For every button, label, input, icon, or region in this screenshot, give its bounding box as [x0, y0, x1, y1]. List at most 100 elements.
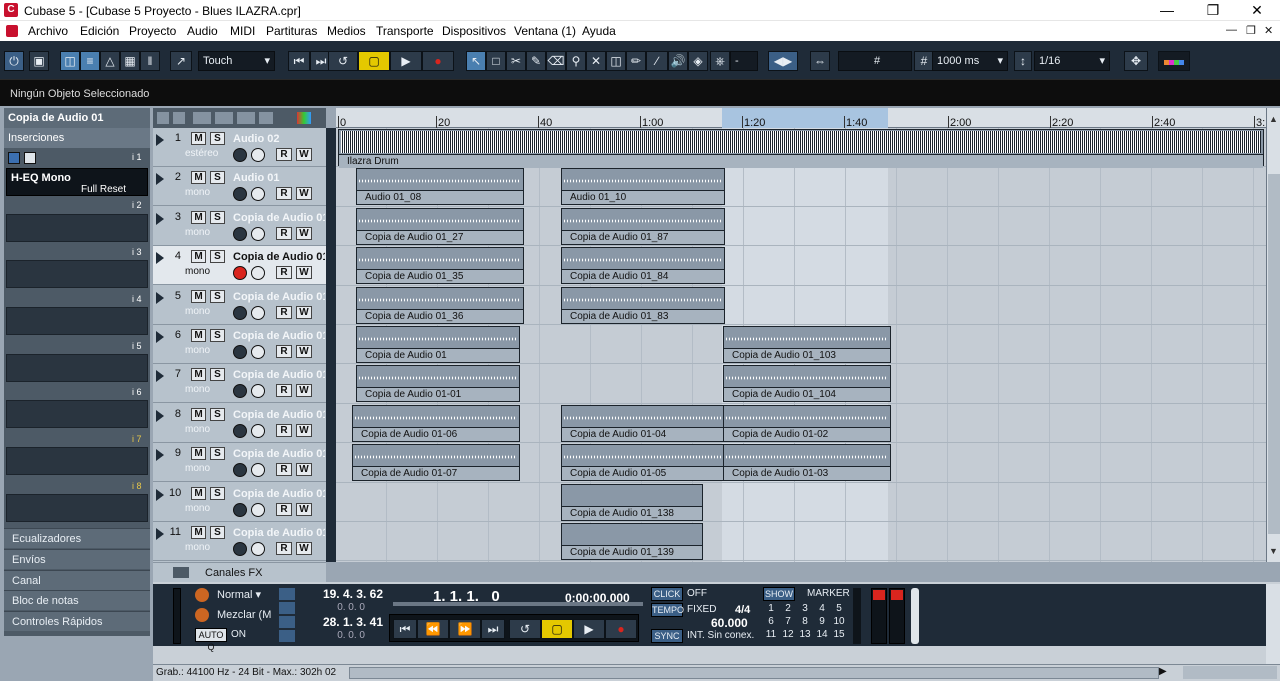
goto-start-button[interactable]: ⏮ [393, 619, 417, 639]
solo-button[interactable]: S [210, 132, 225, 145]
inspector-track-name[interactable]: Copia de Audio 01 [4, 108, 150, 128]
track-color-icon[interactable] [297, 112, 311, 124]
stop-button[interactable]: ▢ [358, 51, 390, 71]
constrain-delay-button[interactable]: ▣ [29, 51, 49, 71]
track-row[interactable]: 2 M S Audio 01 mono R W [153, 167, 326, 207]
audio-event[interactable]: Copia de Audio 01-04 [561, 404, 725, 442]
track-row[interactable]: 5 M S Copia de Audio 01 mono R W [153, 285, 326, 325]
write-automation-button[interactable]: W [296, 463, 312, 477]
mute-button[interactable]: M [191, 486, 206, 500]
marker-button[interactable]: 7 [780, 616, 796, 628]
snap-point-select[interactable]: - [730, 51, 758, 71]
solo-button[interactable]: S [210, 447, 225, 461]
track-row[interactable]: 7 M S Copia de Audio 01 mono R W [153, 364, 326, 404]
monitor-button[interactable] [251, 305, 265, 320]
tempo-value[interactable]: 60.000 [711, 616, 748, 630]
track-row[interactable]: 11 M S Copia de Audio 01 mono R W [153, 522, 326, 561]
record-mode-select[interactable]: Normal ▾ [213, 588, 273, 604]
insert-slot-4[interactable] [6, 307, 148, 335]
insert-bypass-icon[interactable] [8, 152, 20, 164]
solo-button[interactable]: S [210, 486, 225, 500]
audio-event[interactable]: Copia de Audio 01-02 [723, 404, 891, 442]
draw-tool[interactable]: ✏ [626, 51, 646, 71]
track-name[interactable]: Copia de Audio 01 [233, 488, 325, 500]
insert-slot-8[interactable] [6, 494, 148, 522]
mute-button[interactable]: M [191, 210, 206, 224]
read-automation-button[interactable]: R [276, 502, 292, 516]
nudge-palette-button[interactable]: ✥ [1124, 51, 1148, 71]
write-automation-button[interactable]: W [296, 226, 312, 240]
menu-ventana[interactable]: Ventana (1) [514, 24, 576, 38]
marker-button[interactable]: 13 [797, 629, 813, 641]
transport-cycle-button[interactable]: ↺ [509, 619, 541, 639]
record-enable-button[interactable] [233, 148, 247, 162]
insert-slot-2[interactable] [6, 214, 148, 242]
audio-event[interactable]: Copia de Audio 01_87 [561, 207, 725, 245]
monitor-button[interactable] [251, 226, 265, 241]
show-markers-button[interactable]: SHOW [763, 587, 795, 601]
global-track-buttons[interactable] [193, 112, 273, 124]
scroll-thumb[interactable] [1268, 174, 1280, 534]
goto-end-button[interactable]: ⏭ [481, 619, 505, 639]
read-automation-button[interactable]: R [276, 266, 292, 280]
right-locator[interactable]: 28. 1. 3. 41 [301, 615, 383, 629]
mute-button[interactable]: M [191, 526, 206, 539]
marker-button[interactable]: 14 [814, 629, 830, 641]
insert-slot-7[interactable] [6, 447, 148, 475]
transport-record-button[interactable]: ● [605, 619, 637, 639]
write-automation-button[interactable]: W [296, 305, 312, 319]
track-name[interactable]: Audio 01 [233, 172, 325, 184]
insert-edit-icon[interactable] [24, 152, 36, 164]
audio-event[interactable]: Copia de Audio 01-05 [561, 444, 725, 482]
track-name[interactable]: Copia de Audio 01 [233, 409, 325, 421]
solo-button[interactable]: S [210, 250, 225, 264]
marker-button[interactable]: 4 [814, 603, 830, 615]
expand-track-icon[interactable] [156, 134, 164, 146]
monitor-button[interactable] [251, 502, 265, 517]
mute-button[interactable]: M [191, 368, 206, 382]
inserts-header[interactable]: Inserciones [4, 128, 150, 148]
audio-event[interactable]: Copia de Audio 01_36 [356, 286, 524, 324]
auto-scroll-icon[interactable]: ⎈ [710, 51, 730, 71]
read-automation-button[interactable]: R [276, 463, 292, 477]
clip-indicator-1[interactable] [873, 590, 885, 600]
monitor-button[interactable] [251, 266, 265, 281]
marker-button[interactable]: 10 [831, 616, 847, 628]
quantize-select[interactable]: 1/16 ▾ [1034, 51, 1110, 71]
mute-button[interactable]: M [191, 407, 206, 421]
expand-track-icon[interactable] [156, 449, 164, 462]
transport-play-button[interactable]: ▶ [573, 619, 605, 639]
read-automation-button[interactable]: R [276, 148, 292, 161]
solo-button[interactable]: S [210, 526, 225, 539]
click-button[interactable]: CLICK [651, 587, 683, 601]
marker-button[interactable]: 5 [831, 603, 847, 615]
expand-track-icon[interactable] [156, 528, 164, 540]
menu-audio[interactable]: Audio [187, 24, 218, 38]
record-enable-button[interactable] [233, 187, 247, 202]
automation-mode-select[interactable]: Touch ▾ [198, 51, 275, 71]
time-signature[interactable]: 4/4 [735, 604, 750, 616]
audio-event[interactable]: Copia de Audio 01-06 [352, 404, 520, 442]
arrange-window[interactable]: Ilazra Drum Audio 01_08 Audio 01_10 Copia d… [336, 128, 1266, 562]
track-row[interactable]: 6 M S Copia de Audio 01 mono R W [153, 325, 326, 364]
solo-button[interactable]: S [210, 368, 225, 382]
track-name[interactable]: Copia de Audio 01 [233, 369, 325, 381]
expand-track-icon[interactable] [156, 331, 164, 343]
read-automation-button[interactable]: R [276, 305, 292, 319]
menu-transporte[interactable]: Transporte [376, 24, 434, 38]
doc-close-icon[interactable]: ✕ [1264, 24, 1273, 37]
grid-type-select[interactable]: # [838, 51, 912, 71]
mute-button[interactable]: M [191, 171, 206, 185]
audio-event[interactable]: Copia de Audio 01-03 [723, 444, 891, 482]
secondary-time-display[interactable]: 0:00:00.000 [565, 591, 630, 605]
section-bloc-de-notas[interactable]: Bloc de notas [4, 590, 150, 610]
color-select-button[interactable] [1158, 51, 1190, 71]
restore-button[interactable]: ❐ [1190, 0, 1236, 21]
mix-mode-select[interactable]: Mezclar (M [213, 608, 273, 624]
section-canal[interactable]: Canal [4, 570, 150, 590]
monitor-button[interactable] [251, 345, 265, 359]
mute-button[interactable]: M [191, 447, 206, 461]
horizontal-scrollbar[interactable] [349, 667, 1159, 679]
write-automation-button[interactable]: W [296, 148, 312, 161]
section-envios[interactable]: Envíos [4, 549, 150, 569]
